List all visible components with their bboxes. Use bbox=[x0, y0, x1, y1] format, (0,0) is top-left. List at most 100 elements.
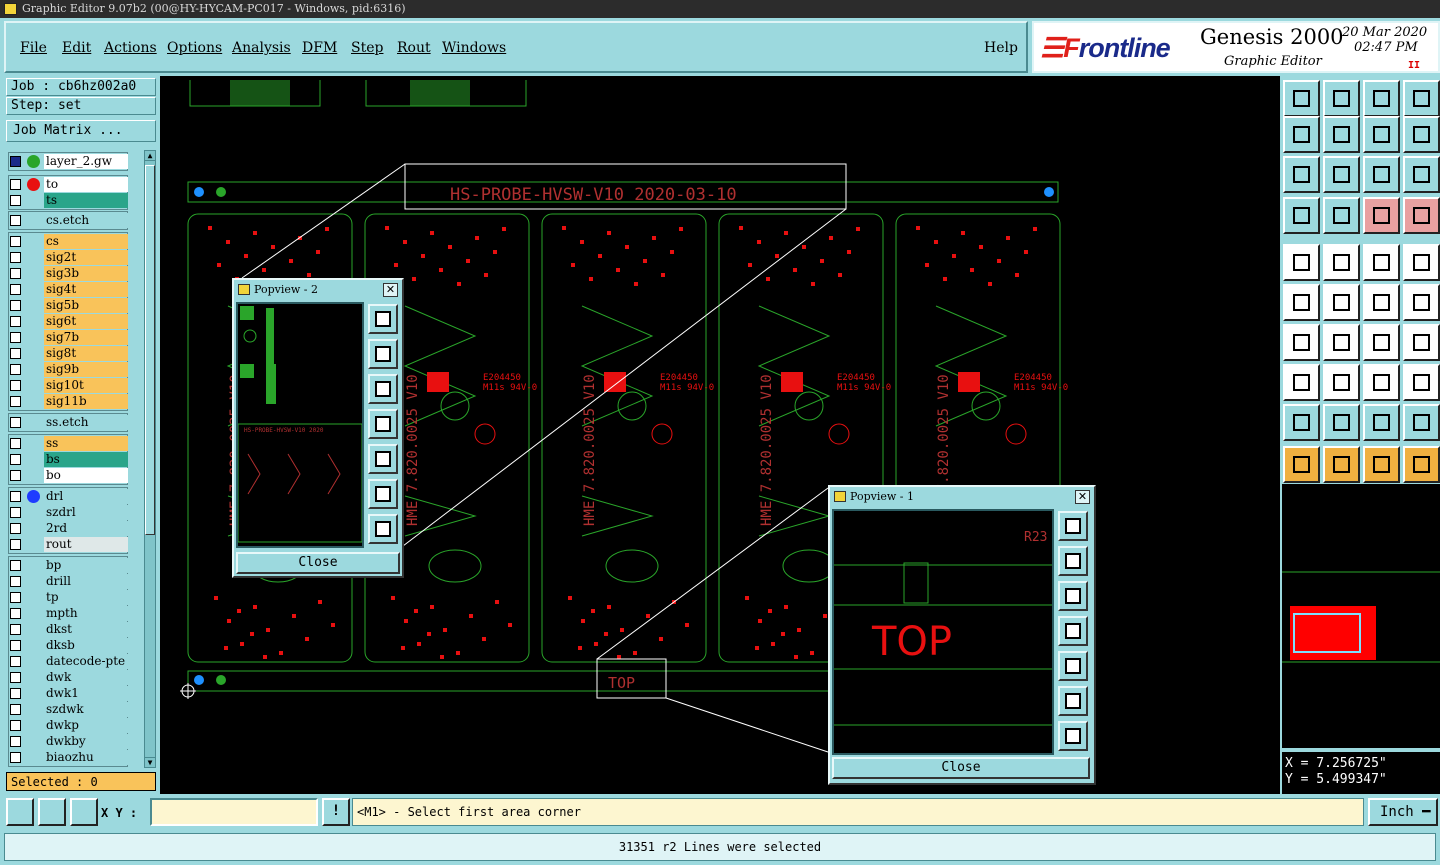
layer-row[interactable]: ts bbox=[8, 193, 134, 208]
layer-checkbox[interactable] bbox=[10, 348, 21, 359]
move-up-icon[interactable] bbox=[1283, 80, 1320, 117]
layer-checkbox[interactable] bbox=[10, 179, 21, 190]
layer-checkbox[interactable] bbox=[10, 704, 21, 715]
scroll-down-icon[interactable]: ▼ bbox=[145, 757, 155, 767]
graphic-canvas[interactable]: E204450 M11s 94V-0 HME 7.820.0025 V10 E2044… bbox=[160, 76, 1280, 794]
layer-row[interactable]: szdrl bbox=[8, 505, 134, 520]
layer-checkbox[interactable] bbox=[10, 576, 21, 587]
scale-icon[interactable] bbox=[1363, 156, 1400, 193]
popview-tool-button[interactable] bbox=[368, 479, 398, 509]
layer-row[interactable]: dwk1 bbox=[8, 686, 134, 701]
layer-row[interactable]: szdwk bbox=[8, 702, 134, 717]
menu-step[interactable]: Step bbox=[351, 40, 383, 56]
layer-checkbox[interactable] bbox=[10, 284, 21, 295]
layer-row[interactable]: ss.etch bbox=[8, 415, 134, 430]
layer-scrollbar[interactable]: ▲ ▼ bbox=[144, 150, 156, 768]
slash-icon[interactable] bbox=[1323, 324, 1360, 361]
triangle3-icon[interactable] bbox=[1363, 404, 1400, 441]
layer-checkbox[interactable] bbox=[10, 688, 21, 699]
popview-tool-button[interactable] bbox=[368, 339, 398, 369]
layer-row[interactable]: ss bbox=[8, 436, 134, 451]
move-left-icon[interactable] bbox=[1283, 116, 1320, 153]
route-icon[interactable] bbox=[1403, 446, 1440, 483]
pad-icon[interactable] bbox=[1283, 244, 1320, 281]
popview-tool-button[interactable] bbox=[1058, 651, 1088, 681]
move-right-icon[interactable] bbox=[1323, 116, 1360, 153]
fit-icon[interactable] bbox=[1283, 156, 1320, 193]
menu-options[interactable]: Options bbox=[167, 40, 222, 56]
angle-icon[interactable] bbox=[1283, 324, 1320, 361]
layer-checkbox[interactable] bbox=[10, 507, 21, 518]
popview-tool-button[interactable] bbox=[1058, 546, 1088, 576]
layer-row[interactable]: sig9b bbox=[8, 362, 134, 377]
layer-row[interactable]: layer_2.gw bbox=[8, 154, 134, 169]
select3-icon[interactable] bbox=[1363, 446, 1400, 483]
pause-indicator[interactable]: II bbox=[1408, 60, 1420, 71]
layer-checkbox[interactable] bbox=[10, 380, 21, 391]
layer-row[interactable]: cs bbox=[8, 234, 134, 249]
popview-tool-button[interactable] bbox=[1058, 686, 1088, 716]
layer-row[interactable]: biaozhu bbox=[8, 750, 134, 765]
layer-row[interactable]: dwkby bbox=[8, 734, 134, 749]
popview-tool-button[interactable] bbox=[368, 304, 398, 334]
scroll-up-icon[interactable]: ▲ bbox=[145, 151, 155, 161]
menu-help[interactable]: Help bbox=[984, 40, 1018, 56]
menu-file[interactable]: File bbox=[20, 40, 47, 56]
home-icon[interactable] bbox=[1363, 80, 1400, 117]
layer-row[interactable]: 2rd bbox=[8, 521, 134, 536]
arc-icon[interactable] bbox=[1363, 324, 1400, 361]
layer-checkbox[interactable] bbox=[10, 491, 21, 502]
layer-checkbox[interactable] bbox=[10, 195, 21, 206]
layer-row[interactable]: sig5b bbox=[8, 298, 134, 313]
ruler-icon[interactable] bbox=[1363, 244, 1400, 281]
menu-actions[interactable]: Actions bbox=[104, 40, 157, 56]
popview-tool-button[interactable] bbox=[1058, 581, 1088, 611]
layer-checkbox[interactable] bbox=[10, 252, 21, 263]
menu-rout[interactable]: Rout bbox=[397, 40, 431, 56]
layer-row[interactable]: sig7b bbox=[8, 330, 134, 345]
popview-tool-button[interactable] bbox=[1058, 616, 1088, 646]
layer-row[interactable]: dwk bbox=[8, 670, 134, 685]
close-icon[interactable]: ✕ bbox=[383, 283, 398, 297]
point-icon[interactable] bbox=[1363, 284, 1400, 321]
group-icon[interactable] bbox=[1403, 364, 1440, 401]
layer-row[interactable]: sig4t bbox=[8, 282, 134, 297]
layer-checkbox[interactable] bbox=[10, 417, 21, 428]
line-icon[interactable] bbox=[1323, 244, 1360, 281]
layer-row[interactable]: to bbox=[8, 177, 134, 192]
layer-checkbox[interactable] bbox=[10, 156, 21, 167]
layer-checkbox[interactable] bbox=[10, 736, 21, 747]
help-icon[interactable] bbox=[1403, 156, 1440, 193]
layer-row[interactable]: cs.etch bbox=[8, 213, 134, 228]
popview-tool-button[interactable] bbox=[368, 514, 398, 544]
layer-row[interactable]: dkst bbox=[8, 622, 134, 637]
layer-row[interactable]: rout bbox=[8, 537, 134, 552]
layer-checkbox[interactable] bbox=[10, 236, 21, 247]
popview-1-view[interactable]: R23 TOP bbox=[832, 509, 1054, 755]
scroll-thumb[interactable] bbox=[145, 165, 155, 535]
layer-row[interactable]: sig11b bbox=[8, 394, 134, 409]
wrench-icon[interactable] bbox=[1283, 197, 1320, 234]
layer-row[interactable]: datecode-pte bbox=[8, 654, 134, 669]
layer-checkbox[interactable] bbox=[10, 332, 21, 343]
zoom-fit-icon[interactable] bbox=[6, 798, 34, 826]
flip-icon[interactable] bbox=[1363, 116, 1400, 153]
popview-tool-button[interactable] bbox=[368, 409, 398, 439]
matrix-red-icon[interactable] bbox=[1403, 197, 1440, 234]
layer-row[interactable]: tp bbox=[8, 590, 134, 605]
triangle-icon[interactable] bbox=[1283, 404, 1320, 441]
point2-icon[interactable] bbox=[1403, 284, 1440, 321]
menu-analysis[interactable]: Analysis bbox=[232, 40, 291, 56]
layer-row[interactable]: bs bbox=[8, 452, 134, 467]
grid-icon[interactable] bbox=[70, 798, 98, 826]
menu-dfm[interactable]: DFM bbox=[302, 40, 337, 56]
unit-selector[interactable]: Inch ━ bbox=[1368, 798, 1438, 826]
layer-checkbox[interactable] bbox=[10, 640, 21, 651]
layer-checkbox[interactable] bbox=[10, 215, 21, 226]
layer-checkbox[interactable] bbox=[10, 396, 21, 407]
select2-icon[interactable] bbox=[1323, 446, 1360, 483]
split-icon[interactable] bbox=[1403, 324, 1440, 361]
layer-checkbox[interactable] bbox=[10, 656, 21, 667]
layer-row[interactable]: dksb bbox=[8, 638, 134, 653]
layer-row[interactable]: mpth bbox=[8, 606, 134, 621]
